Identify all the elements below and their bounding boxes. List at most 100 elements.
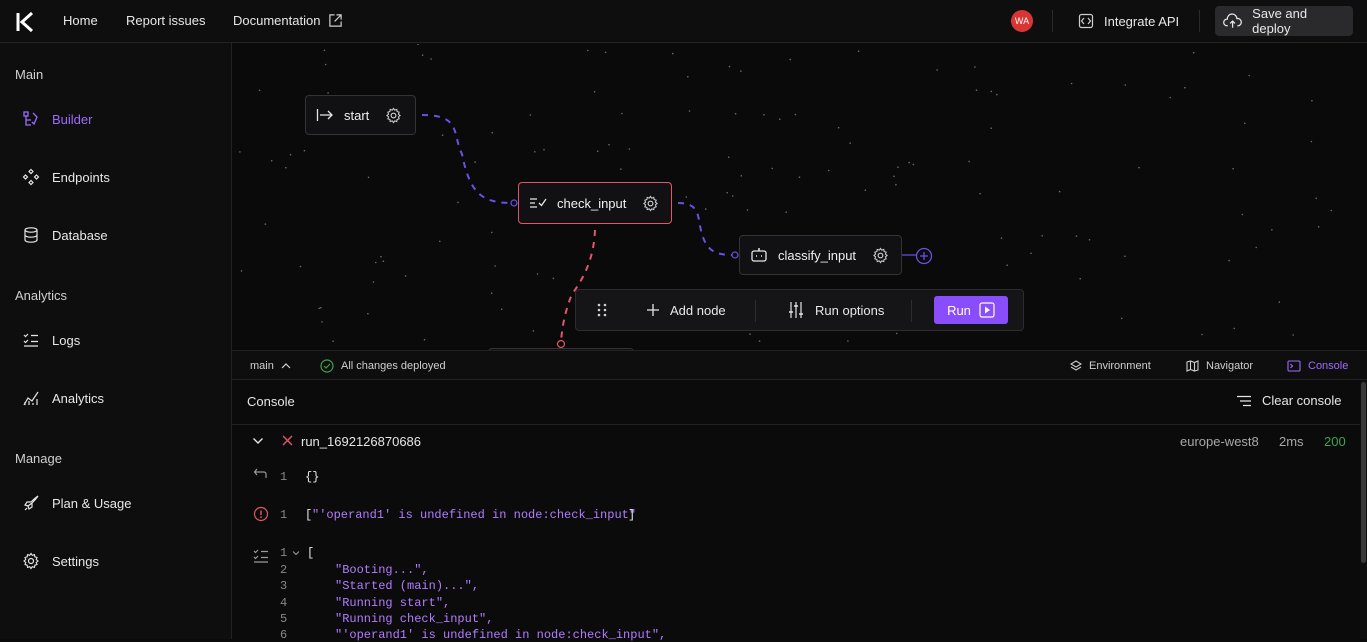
node-label: classify_input [778,247,857,263]
node-classify-input[interactable]: classify_input [739,235,902,275]
sidebar-item-label: Endpoints [52,169,110,185]
code-icon [1078,13,1094,29]
logo-icon[interactable] [14,11,38,33]
rocket-icon [24,495,39,511]
edge-handle [731,251,739,259]
console-label: Console [1308,359,1349,372]
log-line: [ [307,546,315,560]
section-title-manage: Manage [15,451,62,466]
log-line: "Running check_input", [335,612,494,626]
nav-home[interactable]: Home [63,13,98,28]
sidebar-item-logs[interactable]: Logs [22,329,80,351]
error-x-icon [282,435,293,446]
edge-handle [510,199,518,207]
top-bar: Home Report issues Documentation WA Inte… [0,0,1367,43]
sidebar-item-label: Analytics [52,390,105,406]
avatar[interactable]: WA [1011,10,1033,32]
sidebar-item-plan-usage[interactable]: Plan & Usage [22,492,132,514]
sidebar: Main Builder Endpoints Database Analytic… [0,43,232,639]
node-label: start [344,107,370,123]
node-start[interactable]: start [305,95,416,135]
divider [1199,10,1200,32]
collapse-chevron-icon[interactable] [292,550,300,556]
integrate-api-button[interactable]: Integrate API [1070,6,1187,36]
error-close-bracket: ] [628,508,636,522]
sidebar-item-label: Builder [52,111,93,127]
database-icon [24,227,38,243]
list-check-icon [23,333,38,347]
sidebar-item-builder[interactable]: Builder [22,108,92,130]
map-icon [1186,359,1199,372]
log-line: "Booting...", [335,563,429,577]
section-title-main: Main [15,67,44,82]
sidebar-item-label: Logs [52,332,81,348]
edge-check-input-classify [677,202,735,256]
canvas-toolbar: Add node Run options Run [575,289,1024,331]
run-button[interactable]: Run [934,296,1008,324]
integrate-api-label: Integrate API [1104,13,1180,29]
line-number: 1 [280,470,288,484]
cloud-upload-icon [1223,13,1242,28]
drag-handle-icon[interactable] [596,302,608,318]
sidebar-item-database[interactable]: Database [22,224,108,246]
line-number: 3 [280,579,288,593]
section-title-analytics: Analytics [15,288,68,303]
external-link-icon[interactable] [328,13,343,28]
plus-icon [647,304,659,316]
nav-report-issues[interactable]: Report issues [126,13,205,28]
save-and-deploy-button[interactable]: Save and deploy [1215,6,1353,36]
environment-label: Environment [1089,359,1151,372]
run-entry[interactable]: run_1692126870686 europe-west8 2ms 200 [232,425,1360,457]
sliders-icon [789,302,803,318]
error-circle-icon [253,506,269,522]
line-number: 2 [280,563,288,577]
line-number: 1 [280,546,288,560]
environment-button[interactable]: Environment [1070,351,1151,380]
branch-selector[interactable]: main [250,351,291,380]
node-label: check_input [557,195,627,211]
check-circle-icon [320,358,334,373]
chevron-down-icon[interactable] [252,436,264,446]
save-and-deploy-label: Save and deploy [1252,6,1308,36]
console-scrollbar-thumb[interactable] [1361,382,1366,563]
divider [1052,10,1053,32]
status-bar: main All changes deployed Environment Na… [232,350,1367,380]
node-check-input[interactable]: check_input [518,182,672,224]
node-settings-icon[interactable] [872,247,889,264]
console-title: Console [247,394,295,409]
sidebar-item-label: Plan & Usage [52,495,132,511]
run-options-button[interactable]: Run options [787,290,884,330]
node-settings-icon[interactable] [385,107,402,124]
run-id: run_1692126870686 [301,434,422,449]
sidebar-item-settings[interactable]: Settings [22,550,99,572]
workflow-canvas[interactable]: start check_input classify_input Add nod… [232,44,1367,350]
chevron-up-icon [281,362,291,368]
add-node-label: Add node [670,302,726,318]
clear-lines-icon [1237,395,1251,406]
clear-console-button[interactable]: Clear console [1236,393,1342,408]
node-settings-icon[interactable] [642,195,659,212]
edge-handle [556,339,566,349]
deploy-status: All changes deployed [320,351,446,380]
line-number: 1 [280,508,288,522]
run-label: Run [947,302,971,318]
sidebar-item-label: Database [52,227,108,243]
line-number: 4 [280,596,288,610]
sidebar-item-analytics[interactable]: Analytics [22,387,104,409]
sidebar-item-label: Settings [52,553,99,569]
run-options-label: Run options [815,302,885,318]
add-node-button[interactable]: Add node [646,290,726,330]
run-status-code: 200 [1324,434,1346,449]
robot-icon [751,248,767,262]
gear-icon [23,552,39,570]
add-branch-icon[interactable] [915,247,933,265]
endpoints-icon [22,168,40,186]
list-check-icon [253,549,268,563]
terminal-icon [1287,359,1301,372]
navigator-button[interactable]: Navigator [1186,351,1253,380]
nav-documentation[interactable]: Documentation [233,13,320,28]
sidebar-item-endpoints[interactable]: Endpoints [22,166,110,188]
console-toggle[interactable]: Console [1287,351,1348,380]
edge-start-check-input [421,114,514,204]
return-icon [253,468,267,478]
